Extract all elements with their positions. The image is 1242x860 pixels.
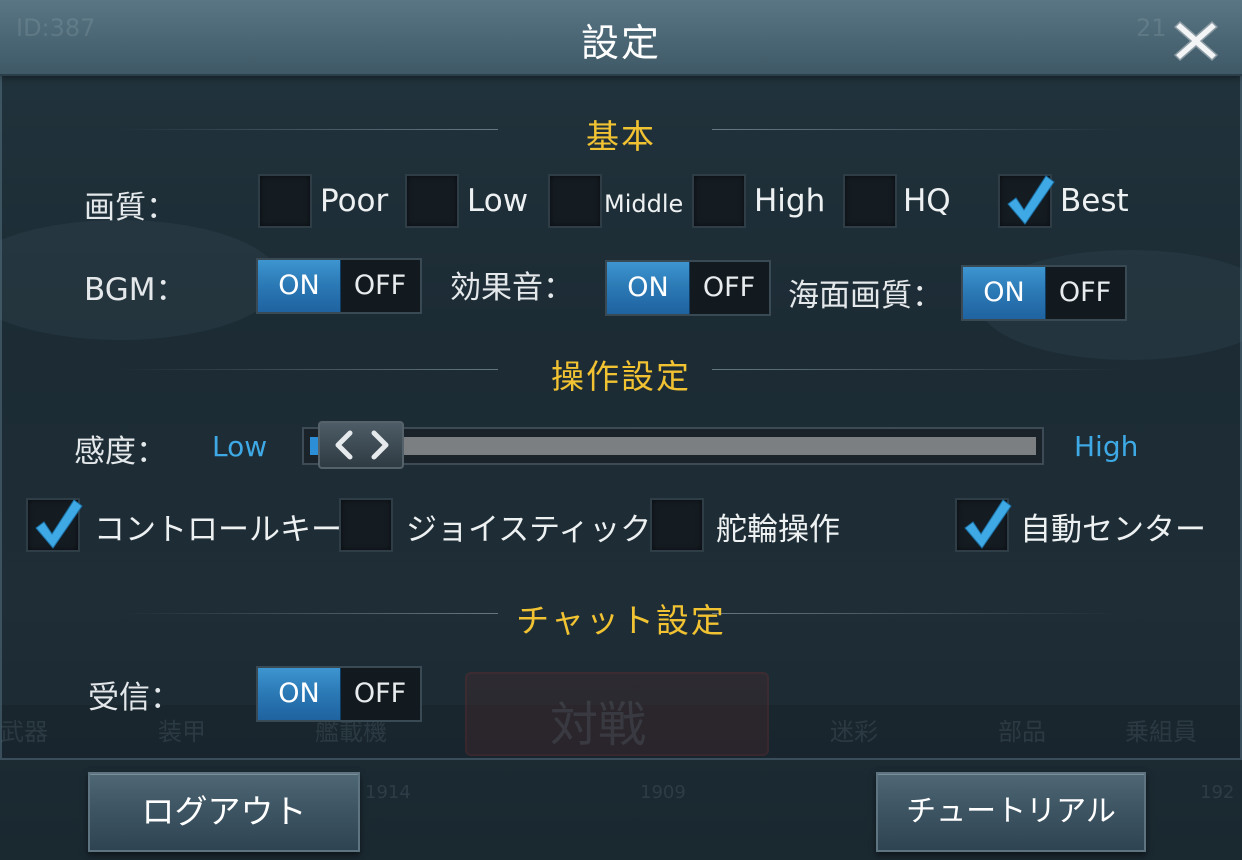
sensitivity-slider-track[interactable] <box>302 427 1044 465</box>
checkbox-joystick[interactable] <box>339 498 393 552</box>
sound-effect-on-button[interactable]: ON <box>607 262 690 314</box>
sound-effect-toggle: ON OFF <box>605 260 771 316</box>
quality-option-label: Low <box>467 183 529 219</box>
option-label-wheel-control: 舵輪操作 <box>716 512 840 548</box>
quality-checkbox-low[interactable] <box>405 174 459 228</box>
quality-checkbox-poor[interactable] <box>258 174 312 228</box>
quality-checkbox-best[interactable] <box>998 174 1055 228</box>
quality-checkbox-hq[interactable] <box>843 174 897 228</box>
sea-quality-toggle: ON OFF <box>961 265 1127 321</box>
sensitivity-low-label: Low <box>212 430 268 463</box>
sea-quality-off-button[interactable]: OFF <box>1045 267 1125 319</box>
close-icon <box>1173 20 1219 62</box>
checkbox-wheel-control[interactable] <box>650 498 704 552</box>
option-label-auto-center: 自動センター <box>1020 512 1206 548</box>
check-icon <box>964 499 1012 549</box>
bgm-toggle: ON OFF <box>256 258 422 314</box>
settings-screen: 対戦 武器 装甲 艦載機 迷彩 部品 乗組員 1914 1909 192 ID:… <box>0 0 1242 860</box>
section-title-basic: 基本 <box>586 117 656 156</box>
sensitivity-slider-thumb[interactable] <box>318 421 404 469</box>
chat-receive-off-button[interactable]: OFF <box>340 668 420 720</box>
sound-effect-off-button[interactable]: OFF <box>689 262 769 314</box>
check-icon <box>1007 175 1055 225</box>
bgm-off-button[interactable]: OFF <box>340 260 420 312</box>
section-title-controls: 操作設定 <box>551 357 691 396</box>
chat-receive-label: 受信： <box>88 680 181 716</box>
background-number: 192 <box>1200 782 1235 803</box>
background-number: 1909 <box>640 782 686 803</box>
checkbox-auto-center[interactable] <box>955 498 1012 552</box>
sensitivity-label: 感度： <box>74 434 167 470</box>
sensitivity-slider-bar <box>310 437 1036 455</box>
close-button[interactable] <box>1170 14 1222 64</box>
quality-option-label: Poor <box>320 183 389 219</box>
sound-effect-label: 効果音： <box>450 270 574 306</box>
bgm-on-button[interactable]: ON <box>258 260 341 312</box>
quality-checkbox-middle[interactable] <box>548 174 602 228</box>
settings-header: ID:387 21 設定 <box>0 0 1242 76</box>
quality-option-label: HQ <box>903 183 951 219</box>
section-title-chat: チャット設定 <box>516 601 726 640</box>
section-chat: チャット設定 <box>0 594 1242 640</box>
check-icon <box>35 499 83 549</box>
section-controls: 操作設定 <box>0 350 1242 396</box>
chat-receive-toggle: ON OFF <box>256 666 422 722</box>
quality-option-label: Best <box>1060 183 1129 219</box>
quality-option-label: Middle <box>604 190 684 218</box>
logout-button[interactable]: ログアウト <box>88 772 360 852</box>
background-number: 1914 <box>365 782 411 803</box>
quality-label: 画質： <box>84 190 177 226</box>
page-title: 設定 <box>580 21 661 65</box>
chat-receive-on-button[interactable]: ON <box>258 668 341 720</box>
checkbox-control-key[interactable] <box>26 498 83 552</box>
bgm-label: BGM： <box>84 272 187 308</box>
section-basic: 基本 <box>0 110 1242 156</box>
option-label-control-key: コントロールキー <box>94 512 342 548</box>
sea-quality-label: 海面画質： <box>788 278 943 314</box>
quality-option-label: High <box>754 183 826 219</box>
option-label-joystick: ジョイスティック <box>406 512 652 548</box>
sea-quality-on-button[interactable]: ON <box>963 267 1046 319</box>
chevron-left-right-icon <box>335 430 389 460</box>
quality-checkbox-high[interactable] <box>692 174 746 228</box>
tutorial-button[interactable]: チュートリアル <box>876 772 1146 852</box>
sensitivity-high-label: High <box>1074 430 1139 463</box>
